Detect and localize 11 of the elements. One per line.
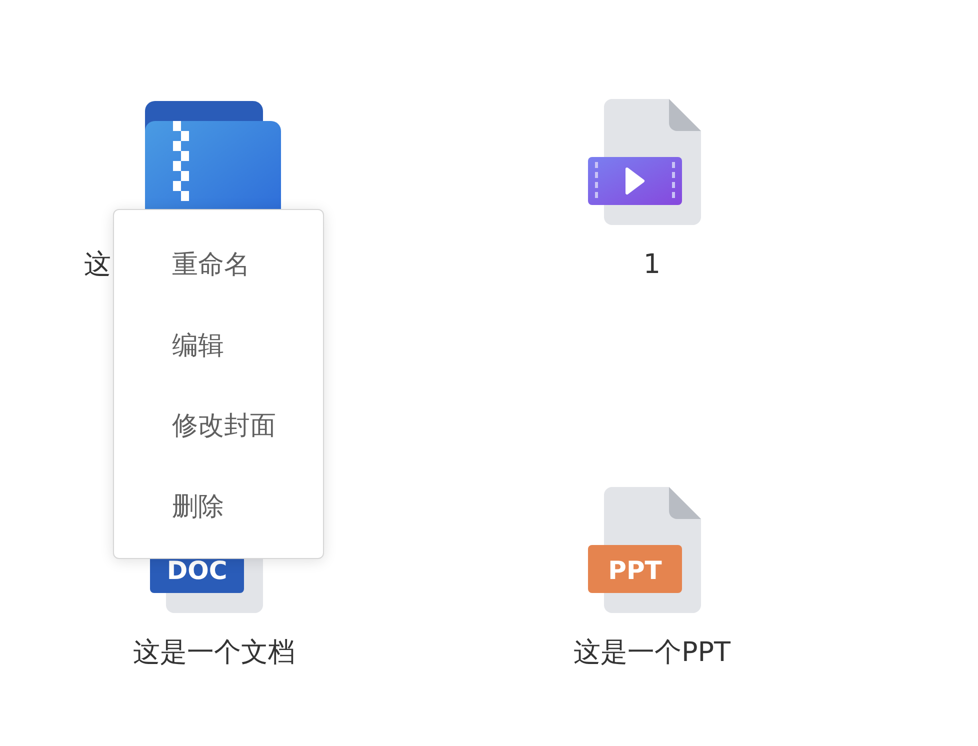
file-type-label: DOC [166,556,228,585]
video-file-icon [588,99,701,225]
file-name: 这是一个PPT [573,637,731,669]
file-name: 这 [84,249,111,281]
menu-item[interactable]: 修改封面 [114,407,323,488]
file-name: 这是一个文档 [133,637,295,669]
menu-item[interactable]: 重命名 [114,246,323,326]
menu-item[interactable]: 编辑 [114,326,323,407]
file-name: 1 [643,249,661,281]
ppt-file-icon [588,487,701,613]
file-type-label: PPT [608,556,662,585]
